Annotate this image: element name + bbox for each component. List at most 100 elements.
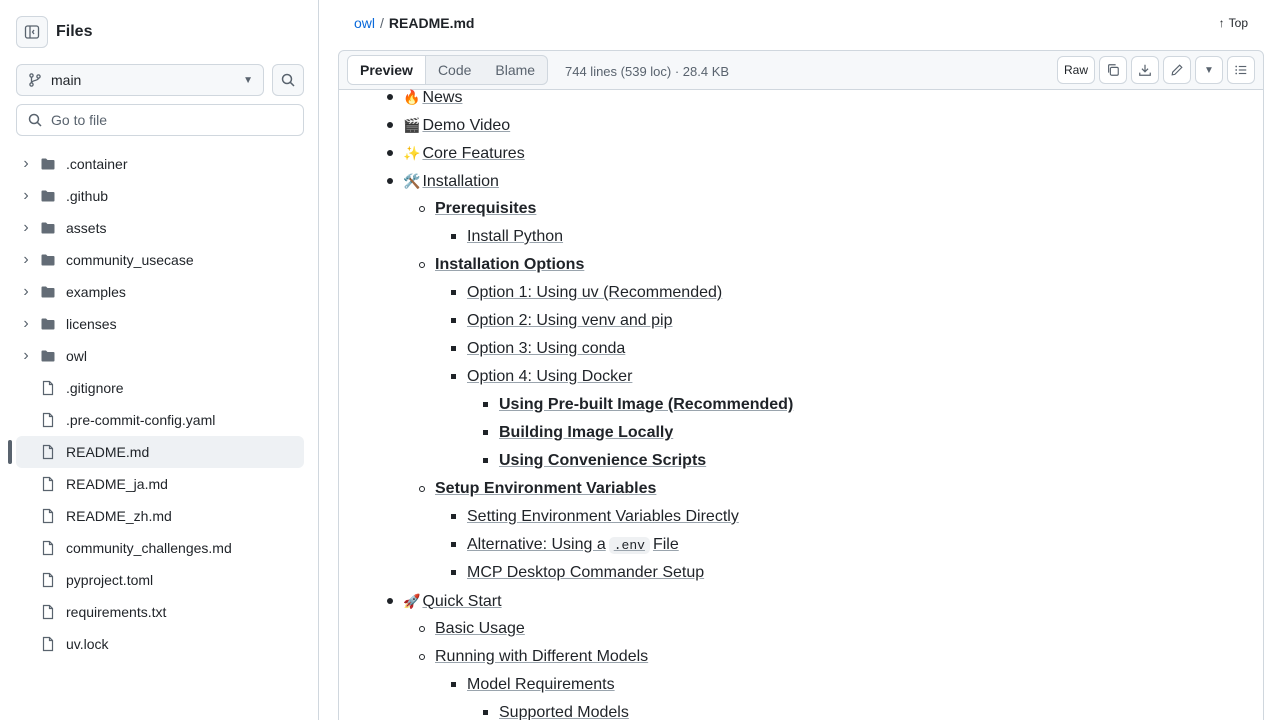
- toc-item: Setting Environment Variables Directly: [451, 505, 739, 529]
- toc-link-text-suffix: File: [652, 535, 679, 553]
- tree-item-label: assets: [66, 220, 107, 236]
- edit-options-dropdown[interactable]: ▼: [1195, 56, 1223, 84]
- tree-item-gitignore[interactable]: .gitignore: [16, 372, 304, 404]
- toc-item: Building Image Locally: [483, 421, 673, 445]
- list-bullet: [451, 290, 456, 295]
- toc-item: Prerequisites: [419, 197, 536, 221]
- outline-button[interactable]: [1227, 56, 1255, 84]
- chevron-right-icon[interactable]: ›: [18, 219, 34, 237]
- toc-link[interactable]: 🚀 Quick Start: [403, 589, 502, 614]
- toc-link-text: Install Python: [467, 228, 564, 245]
- toc-link[interactable]: Running with Different Models: [435, 645, 648, 669]
- chevron-right-icon[interactable]: ›: [18, 315, 34, 333]
- toc-link[interactable]: 🛠️ Installation: [403, 169, 499, 194]
- sidebar-resize-handle[interactable]: [8, 440, 12, 464]
- toc-link[interactable]: Using Convenience Scripts: [499, 449, 706, 473]
- tree-item-readme-ja-md[interactable]: README_ja.md: [16, 468, 304, 500]
- tab-preview[interactable]: Preview: [348, 56, 426, 84]
- download-button[interactable]: [1131, 56, 1159, 84]
- chevron-right-icon[interactable]: ›: [18, 283, 34, 301]
- go-to-file-field[interactable]: [16, 104, 304, 136]
- tree-item-readme-zh-md[interactable]: README_zh.md: [16, 500, 304, 532]
- raw-button[interactable]: Raw: [1056, 56, 1095, 84]
- copy-raw-button[interactable]: [1099, 56, 1127, 84]
- breadcrumb: owl / README.md: [354, 12, 474, 34]
- list-bullet: [451, 234, 456, 239]
- toc-link[interactable]: Option 1: Using uv (Recommended): [467, 281, 722, 305]
- tree-item-label: community_challenges.md: [66, 540, 232, 556]
- toc-link-text: Using Convenience Scripts: [499, 452, 707, 469]
- toc-item: Model Requirements: [451, 673, 615, 697]
- collapse-sidebar-button[interactable]: [16, 16, 48, 48]
- toc-link[interactable]: Install Python: [467, 225, 563, 249]
- chevron-down-icon: ▼: [1204, 64, 1214, 76]
- chevron-right-icon[interactable]: ›: [18, 155, 34, 173]
- toc-link[interactable]: Setting Environment Variables Directly: [467, 505, 739, 529]
- toc-link[interactable]: Option 4: Using Docker: [467, 365, 632, 389]
- toc-link[interactable]: 🎬 Demo Video: [403, 113, 510, 138]
- tree-item-owl[interactable]: › owl: [16, 340, 304, 372]
- tree-item-pyproject-toml[interactable]: pyproject.toml: [16, 564, 304, 596]
- list-bullet: [419, 486, 425, 492]
- search-files-button[interactable]: [272, 64, 304, 96]
- edit-button[interactable]: [1163, 56, 1191, 84]
- tree-item-readme-md[interactable]: README.md: [16, 436, 304, 468]
- file-icon: [40, 508, 56, 524]
- tree-item-licenses[interactable]: › licenses: [16, 308, 304, 340]
- chevron-right-icon[interactable]: ›: [18, 347, 34, 365]
- toc-link[interactable]: Option 3: Using conda: [467, 337, 625, 361]
- toc-link[interactable]: Alternative: Using a .env File: [467, 533, 679, 558]
- toc-link[interactable]: Using Pre-built Image (Recommended): [499, 393, 793, 417]
- toc-item: Install Python: [451, 225, 563, 249]
- file-toolbar: Preview Code Blame 744 lines (539 loc) ·…: [338, 50, 1264, 90]
- toc-link[interactable]: Option 2: Using venv and pip: [467, 309, 672, 333]
- folder-icon: [40, 252, 56, 268]
- toc-link-text: Demo Video: [422, 116, 511, 134]
- tree-item-github[interactable]: › .github: [16, 180, 304, 212]
- toc-link[interactable]: 🔥 News: [403, 85, 462, 110]
- list-bullet: [387, 150, 393, 156]
- list-bullet: [451, 514, 456, 519]
- toc-link[interactable]: Supported Models: [499, 701, 629, 720]
- scroll-to-top-button[interactable]: ↑ Top: [1210, 10, 1256, 36]
- toc-link[interactable]: Building Image Locally: [499, 421, 673, 445]
- toc-link[interactable]: Model Requirements: [467, 673, 615, 697]
- go-to-file-input[interactable]: [51, 112, 303, 128]
- chevron-right-icon[interactable]: ›: [18, 187, 34, 205]
- folder-icon: [40, 156, 56, 172]
- tree-item-container[interactable]: › .container: [16, 148, 304, 180]
- tab-code[interactable]: Code: [426, 56, 483, 84]
- toc-item: 🎬 Demo Video: [387, 113, 510, 138]
- toc-link[interactable]: MCP Desktop Commander Setup: [467, 561, 704, 585]
- toc-item: 🛠️ Installation: [387, 169, 499, 194]
- tree-item-requirements-txt[interactable]: requirements.txt: [16, 596, 304, 628]
- file-icon: [40, 540, 56, 556]
- toc-item: Basic Usage: [419, 617, 525, 641]
- toc-link-text: Basic Usage: [435, 620, 525, 637]
- toc-item: Setup Environment Variables: [419, 477, 656, 501]
- breadcrumb-repo-link[interactable]: owl: [354, 15, 375, 31]
- list-bullet: [483, 710, 488, 715]
- view-mode-segmented-control: Preview Code Blame: [347, 55, 549, 85]
- toc-link[interactable]: Basic Usage: [435, 617, 525, 641]
- search-icon: [28, 113, 42, 127]
- toc-item: MCP Desktop Commander Setup: [451, 561, 704, 585]
- tree-item-community-usecase[interactable]: › community_usecase: [16, 244, 304, 276]
- top-label: Top: [1228, 16, 1248, 30]
- toc-link[interactable]: Prerequisites: [435, 197, 536, 221]
- toc-item: 🔥 News: [387, 85, 462, 110]
- tree-item-examples[interactable]: › examples: [16, 276, 304, 308]
- tree-item-community-challenges-md[interactable]: community_challenges.md: [16, 532, 304, 564]
- sidebar-collapse-icon: [24, 25, 40, 39]
- toc-link[interactable]: ✨ Core Features: [403, 141, 525, 166]
- tab-blame[interactable]: Blame: [483, 56, 547, 84]
- toc-link[interactable]: Installation Options: [435, 253, 584, 277]
- toc-link[interactable]: Setup Environment Variables: [435, 477, 656, 501]
- list-bullet: [387, 122, 393, 128]
- tree-item-uv-lock[interactable]: uv.lock: [16, 628, 304, 660]
- tree-item-assets[interactable]: › assets: [16, 212, 304, 244]
- branch-selector-button[interactable]: main ▼: [16, 64, 264, 96]
- chevron-right-icon[interactable]: ›: [18, 251, 34, 269]
- tree-item-pre-commit-config-yaml[interactable]: .pre-commit-config.yaml: [16, 404, 304, 436]
- breadcrumb-separator: /: [380, 15, 384, 31]
